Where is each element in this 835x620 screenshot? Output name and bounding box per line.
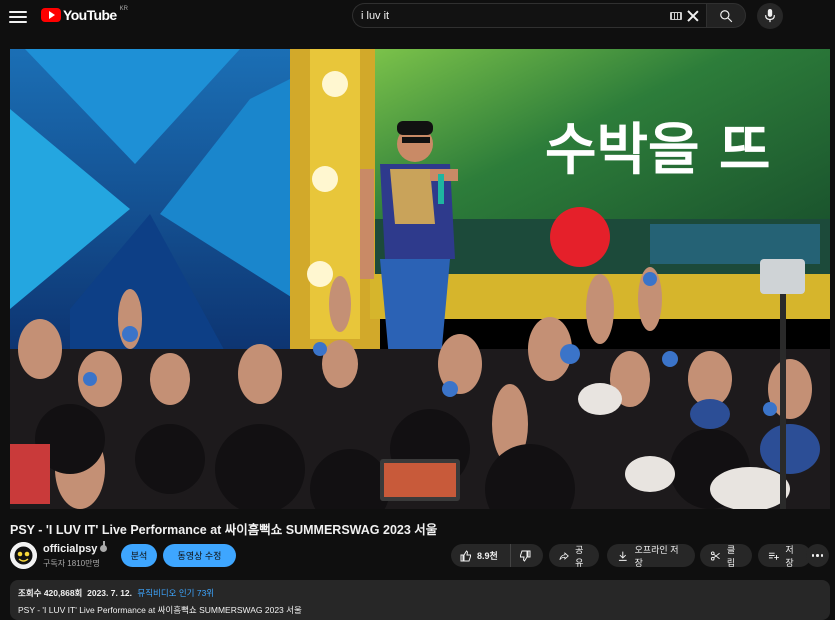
playlist-add-icon	[768, 552, 779, 560]
search-box	[352, 3, 706, 28]
channel-avatar[interactable]	[10, 542, 37, 569]
region-code: KR	[119, 6, 128, 12]
scissors-icon	[710, 550, 720, 561]
like-count: 8.9천	[477, 551, 498, 561]
share-label: 공유	[575, 544, 584, 568]
clip-button[interactable]: 클립	[700, 544, 752, 568]
subscriber-count: 구독자 1810만명	[43, 559, 100, 568]
search-icon	[720, 9, 733, 22]
thumbs-down-icon	[520, 550, 531, 562]
video-title: PSY - 'I LUV IT' Live Performance at 싸이흠…	[10, 523, 438, 537]
view-count: 조회수 420,868회	[18, 588, 83, 598]
description-text: PSY - 'I LUV IT' Live Performance at 싸이흠…	[18, 605, 302, 615]
music-verified-icon	[100, 541, 108, 552]
edit-video-button[interactable]: 동영상 수정	[163, 544, 236, 567]
keyboard-icon[interactable]	[670, 12, 682, 20]
clear-search-icon[interactable]	[686, 9, 700, 23]
avatar-image	[10, 542, 37, 569]
download-icon	[618, 551, 627, 561]
clip-label: 클립	[726, 544, 736, 568]
youtube-play-icon	[41, 8, 61, 22]
logo-text: YouTube	[63, 7, 117, 23]
channel-name[interactable]: officialpsy	[43, 541, 108, 555]
search-input[interactable]	[361, 9, 641, 22]
description-box[interactable]: 조회수 420,868회 2023. 7. 12. 뮤직비디오 인기 73위 P…	[10, 580, 830, 620]
analytics-button[interactable]: 분석	[121, 544, 157, 567]
upload-date: 2023. 7. 12.	[87, 588, 133, 598]
save-to-playlist-button[interactable]: 저장	[758, 544, 811, 568]
microphone-icon	[765, 9, 775, 23]
offline-save-button[interactable]: 오프라인 저장	[607, 544, 695, 568]
share-button[interactable]: 공유	[549, 544, 599, 568]
more-actions-button[interactable]	[806, 544, 829, 567]
offline-save-label: 오프라인 저장	[634, 544, 679, 568]
top-bar: YouTube KR	[0, 0, 835, 36]
voice-search-button[interactable]	[757, 3, 783, 29]
youtube-logo[interactable]: YouTube KR	[41, 6, 128, 23]
screen-overlay-text: 수박을 뜨	[545, 118, 771, 183]
share-icon	[559, 551, 569, 560]
thumbs-up-icon	[460, 549, 471, 561]
save-label: 저장	[785, 544, 794, 568]
description-meta: 조회수 420,868회 2023. 7. 12. 뮤직비디오 인기 73위	[18, 587, 822, 599]
dislike-button[interactable]	[511, 544, 531, 567]
more-dot-icon	[811, 554, 815, 557]
trending-tag[interactable]: 뮤직비디오 인기 73위	[137, 588, 214, 598]
video-player[interactable]: 수박을 뜨	[10, 49, 830, 509]
search-bar	[352, 3, 746, 28]
video-frame: 수박을 뜨	[10, 49, 830, 509]
like-button[interactable]: 8.9천	[451, 544, 511, 567]
menu-icon[interactable]	[9, 8, 27, 24]
search-button[interactable]	[706, 3, 746, 28]
channel-action-row: officialpsy 구독자 1810만명 분석 동영상 수정 8.9천 공유…	[10, 540, 830, 572]
like-dislike-group: 8.9천	[451, 544, 543, 567]
